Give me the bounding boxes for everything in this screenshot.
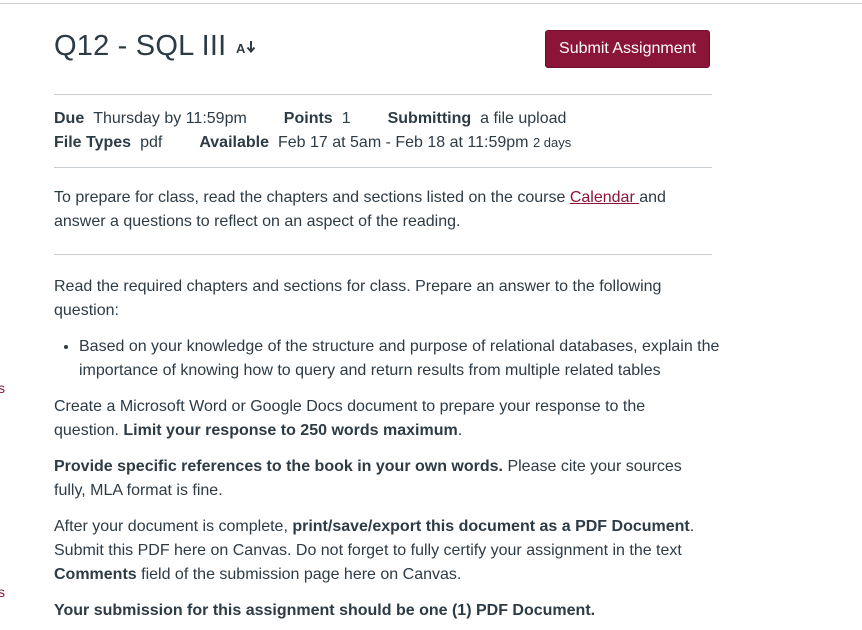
paragraph-text: After your document is complete, [54, 518, 293, 535]
comments-bold-text: Comments [54, 566, 137, 583]
word-limit-text: Limit your response to 250 words maximum [123, 422, 458, 439]
points-label: Points [283, 110, 333, 127]
file-types-value: pdf [140, 134, 163, 151]
points-value: 1 [341, 110, 351, 127]
assignment-details-row-2: File Types pdf Available Feb 17 at 5am - Fe… [54, 134, 571, 152]
due-label: Due [54, 110, 85, 127]
page-title: Q12 - SQL III [54, 30, 227, 62]
references-bold-text: Provide specific references to the book … [54, 458, 503, 475]
sort-az-icon[interactable]: A [236, 38, 258, 56]
due-value: Thursday by 11:59pm [93, 110, 247, 127]
document-paragraph: Create a Microsoft Word or Google Docs d… [54, 395, 714, 443]
submit-assignment-button[interactable]: Submit Assignment [545, 30, 710, 68]
submitting-value: a file upload [480, 110, 567, 127]
final-note-text: Your submission for this assignment shou… [54, 602, 596, 619]
submission-paragraph: After your document is complete, print/s… [54, 515, 714, 587]
list-item: Based on your knowledge of the structure… [79, 335, 739, 383]
divider [54, 254, 712, 255]
available-label: Available [199, 134, 269, 151]
divider [54, 94, 712, 95]
available-duration: 2 days [532, 135, 572, 150]
svg-text:A: A [236, 41, 246, 56]
references-paragraph: Provide specific references to the book … [54, 455, 714, 503]
divider [54, 167, 712, 168]
left-edge-glyph: s [0, 584, 5, 600]
paragraph-text: field of the submission page here on Can… [136, 566, 462, 583]
instructions-paragraph: Read the required chapters and sections … [54, 278, 662, 319]
question-list: Based on your knowledge of the structure… [54, 335, 739, 383]
top-divider [0, 3, 862, 4]
intro-text: To prepare for class, read the chapters … [54, 189, 570, 206]
paragraph-text: . [457, 422, 463, 439]
calendar-link[interactable]: Calendar [570, 189, 639, 206]
available-value: Feb 17 at 5am - Feb 18 at 11:59pm [277, 134, 529, 151]
intro-paragraph: To prepare for class, read the chapters … [54, 186, 714, 234]
file-types-label: File Types [54, 134, 132, 151]
assignment-details-row-1: Due Thursday by 11:59pm Points 1 Submitting a… [54, 110, 566, 128]
submitting-label: Submitting [387, 110, 472, 127]
final-note-paragraph: Your submission for this assignment shou… [54, 599, 714, 623]
left-edge-glyph: s [0, 380, 5, 396]
pdf-instruction-text: print/save/export this document as a PDF… [292, 518, 690, 535]
